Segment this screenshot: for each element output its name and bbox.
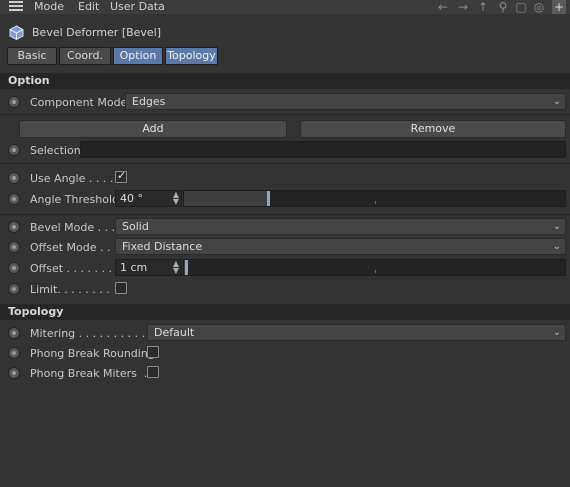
stepper-arrows-icon[interactable]: ▲ ▼ xyxy=(173,191,179,206)
limit-label: Limit. . . . . . . . xyxy=(30,283,110,296)
checkmark-icon: ✓ xyxy=(117,169,127,182)
back-arrow-icon[interactable]: ← xyxy=(436,0,450,14)
bevel-deformer-icon xyxy=(9,25,24,40)
angle-threshold-input[interactable]: 40 ° ▲ ▼ xyxy=(115,190,182,207)
slider-tick xyxy=(375,201,376,204)
divider xyxy=(0,214,570,215)
mitering-animate-icon[interactable] xyxy=(8,327,20,339)
bevel-mode-dropdown[interactable]: Solid ⌄ xyxy=(115,218,566,235)
divider xyxy=(0,114,570,115)
angle-threshold-label: Angle Threshold xyxy=(30,193,120,206)
slider-tick xyxy=(375,270,376,273)
mitering-dropdown[interactable]: Default ⌄ xyxy=(147,324,566,341)
phong-break-rounding-checkbox[interactable] xyxy=(147,346,159,358)
slider-handle[interactable] xyxy=(267,191,270,206)
hamburger-menu-icon[interactable] xyxy=(9,1,23,12)
component-mode-animate-icon[interactable] xyxy=(8,96,20,108)
divider xyxy=(0,163,570,164)
bevel-mode-value: Solid xyxy=(122,220,149,233)
limit-checkbox[interactable] xyxy=(115,282,127,294)
offset-slider[interactable] xyxy=(183,259,566,276)
phong-break-miters-animate-icon[interactable] xyxy=(8,367,20,379)
slider-handle[interactable] xyxy=(185,260,188,275)
phong-break-miters-label: Phong Break Miters . . xyxy=(30,367,155,380)
angle-threshold-slider[interactable] xyxy=(183,190,566,207)
offset-mode-label: Offset Mode . . xyxy=(30,241,111,254)
remove-button[interactable]: Remove xyxy=(300,120,566,138)
search-icon[interactable]: ⚲ xyxy=(496,0,510,14)
chevron-down-icon: ⌄ xyxy=(552,96,561,107)
offset-label: Offset . . . . . . . xyxy=(30,262,113,275)
component-mode-dropdown[interactable]: Edges ⌄ xyxy=(125,93,566,110)
bevel-mode-animate-icon[interactable] xyxy=(8,221,20,233)
tab-topology[interactable]: Topology xyxy=(165,47,218,65)
target-icon[interactable]: ◎ xyxy=(532,0,546,14)
offset-mode-dropdown[interactable]: Fixed Distance ⌄ xyxy=(115,238,566,255)
stepper-arrows-icon[interactable]: ▲ ▼ xyxy=(173,260,179,275)
offset-mode-value: Fixed Distance xyxy=(122,240,203,253)
menu-mode[interactable]: Mode xyxy=(34,0,64,14)
up-arrow-icon[interactable]: ↑ xyxy=(476,0,490,14)
offset-value: 1 cm xyxy=(120,261,148,274)
menu-user-data[interactable]: User Data xyxy=(110,0,165,14)
slider-fill xyxy=(184,191,268,206)
use-angle-checkbox[interactable]: ✓ xyxy=(115,169,127,183)
phong-break-rounding-label: Phong Break Rounding xyxy=(30,347,155,360)
limit-animate-icon[interactable] xyxy=(8,283,20,295)
tab-option[interactable]: Option xyxy=(113,47,163,65)
phong-break-rounding-animate-icon[interactable] xyxy=(8,347,20,359)
angle-threshold-animate-icon[interactable] xyxy=(8,193,20,205)
selection-animate-icon[interactable] xyxy=(8,144,20,156)
selection-label: Selection xyxy=(30,144,81,157)
menu-edit[interactable]: Edit xyxy=(78,0,99,14)
lock-icon[interactable]: ▢ xyxy=(514,0,528,14)
add-button[interactable]: Add xyxy=(19,120,287,138)
use-angle-animate-icon[interactable] xyxy=(8,172,20,184)
offset-input[interactable]: 1 cm ▲ ▼ xyxy=(115,259,182,276)
chevron-down-icon: ⌄ xyxy=(552,221,561,232)
tab-coord[interactable]: Coord. xyxy=(59,47,111,65)
phong-break-miters-checkbox[interactable] xyxy=(147,366,159,378)
offset-mode-animate-icon[interactable] xyxy=(8,241,20,253)
topology-section-header: Topology xyxy=(0,304,570,320)
tab-basic[interactable]: Basic xyxy=(7,47,57,65)
option-section-header: Option xyxy=(0,73,570,89)
angle-threshold-value: 40 ° xyxy=(120,192,143,205)
mitering-value: Default xyxy=(154,326,195,339)
selection-field[interactable] xyxy=(80,141,566,158)
chevron-down-icon: ⌄ xyxy=(552,241,561,252)
mitering-label: Mitering . . . . . . . . . . . xyxy=(30,327,153,340)
forward-arrow-icon[interactable]: → xyxy=(456,0,470,14)
component-mode-value: Edges xyxy=(132,95,166,108)
bevel-mode-label: Bevel Mode . . . xyxy=(30,221,116,234)
object-title: Bevel Deformer [Bevel] xyxy=(32,26,162,39)
use-angle-label: Use Angle . . . . xyxy=(30,172,114,185)
object-header: Bevel Deformer [Bevel] xyxy=(0,23,570,43)
offset-animate-icon[interactable] xyxy=(8,262,20,274)
menubar: Mode Edit User Data ← → ↑ ⚲ ▢ ◎ + xyxy=(0,0,570,14)
add-icon[interactable]: + xyxy=(552,0,566,14)
chevron-down-icon: ⌄ xyxy=(552,327,561,338)
component-mode-label: Component Mode xyxy=(30,96,128,109)
